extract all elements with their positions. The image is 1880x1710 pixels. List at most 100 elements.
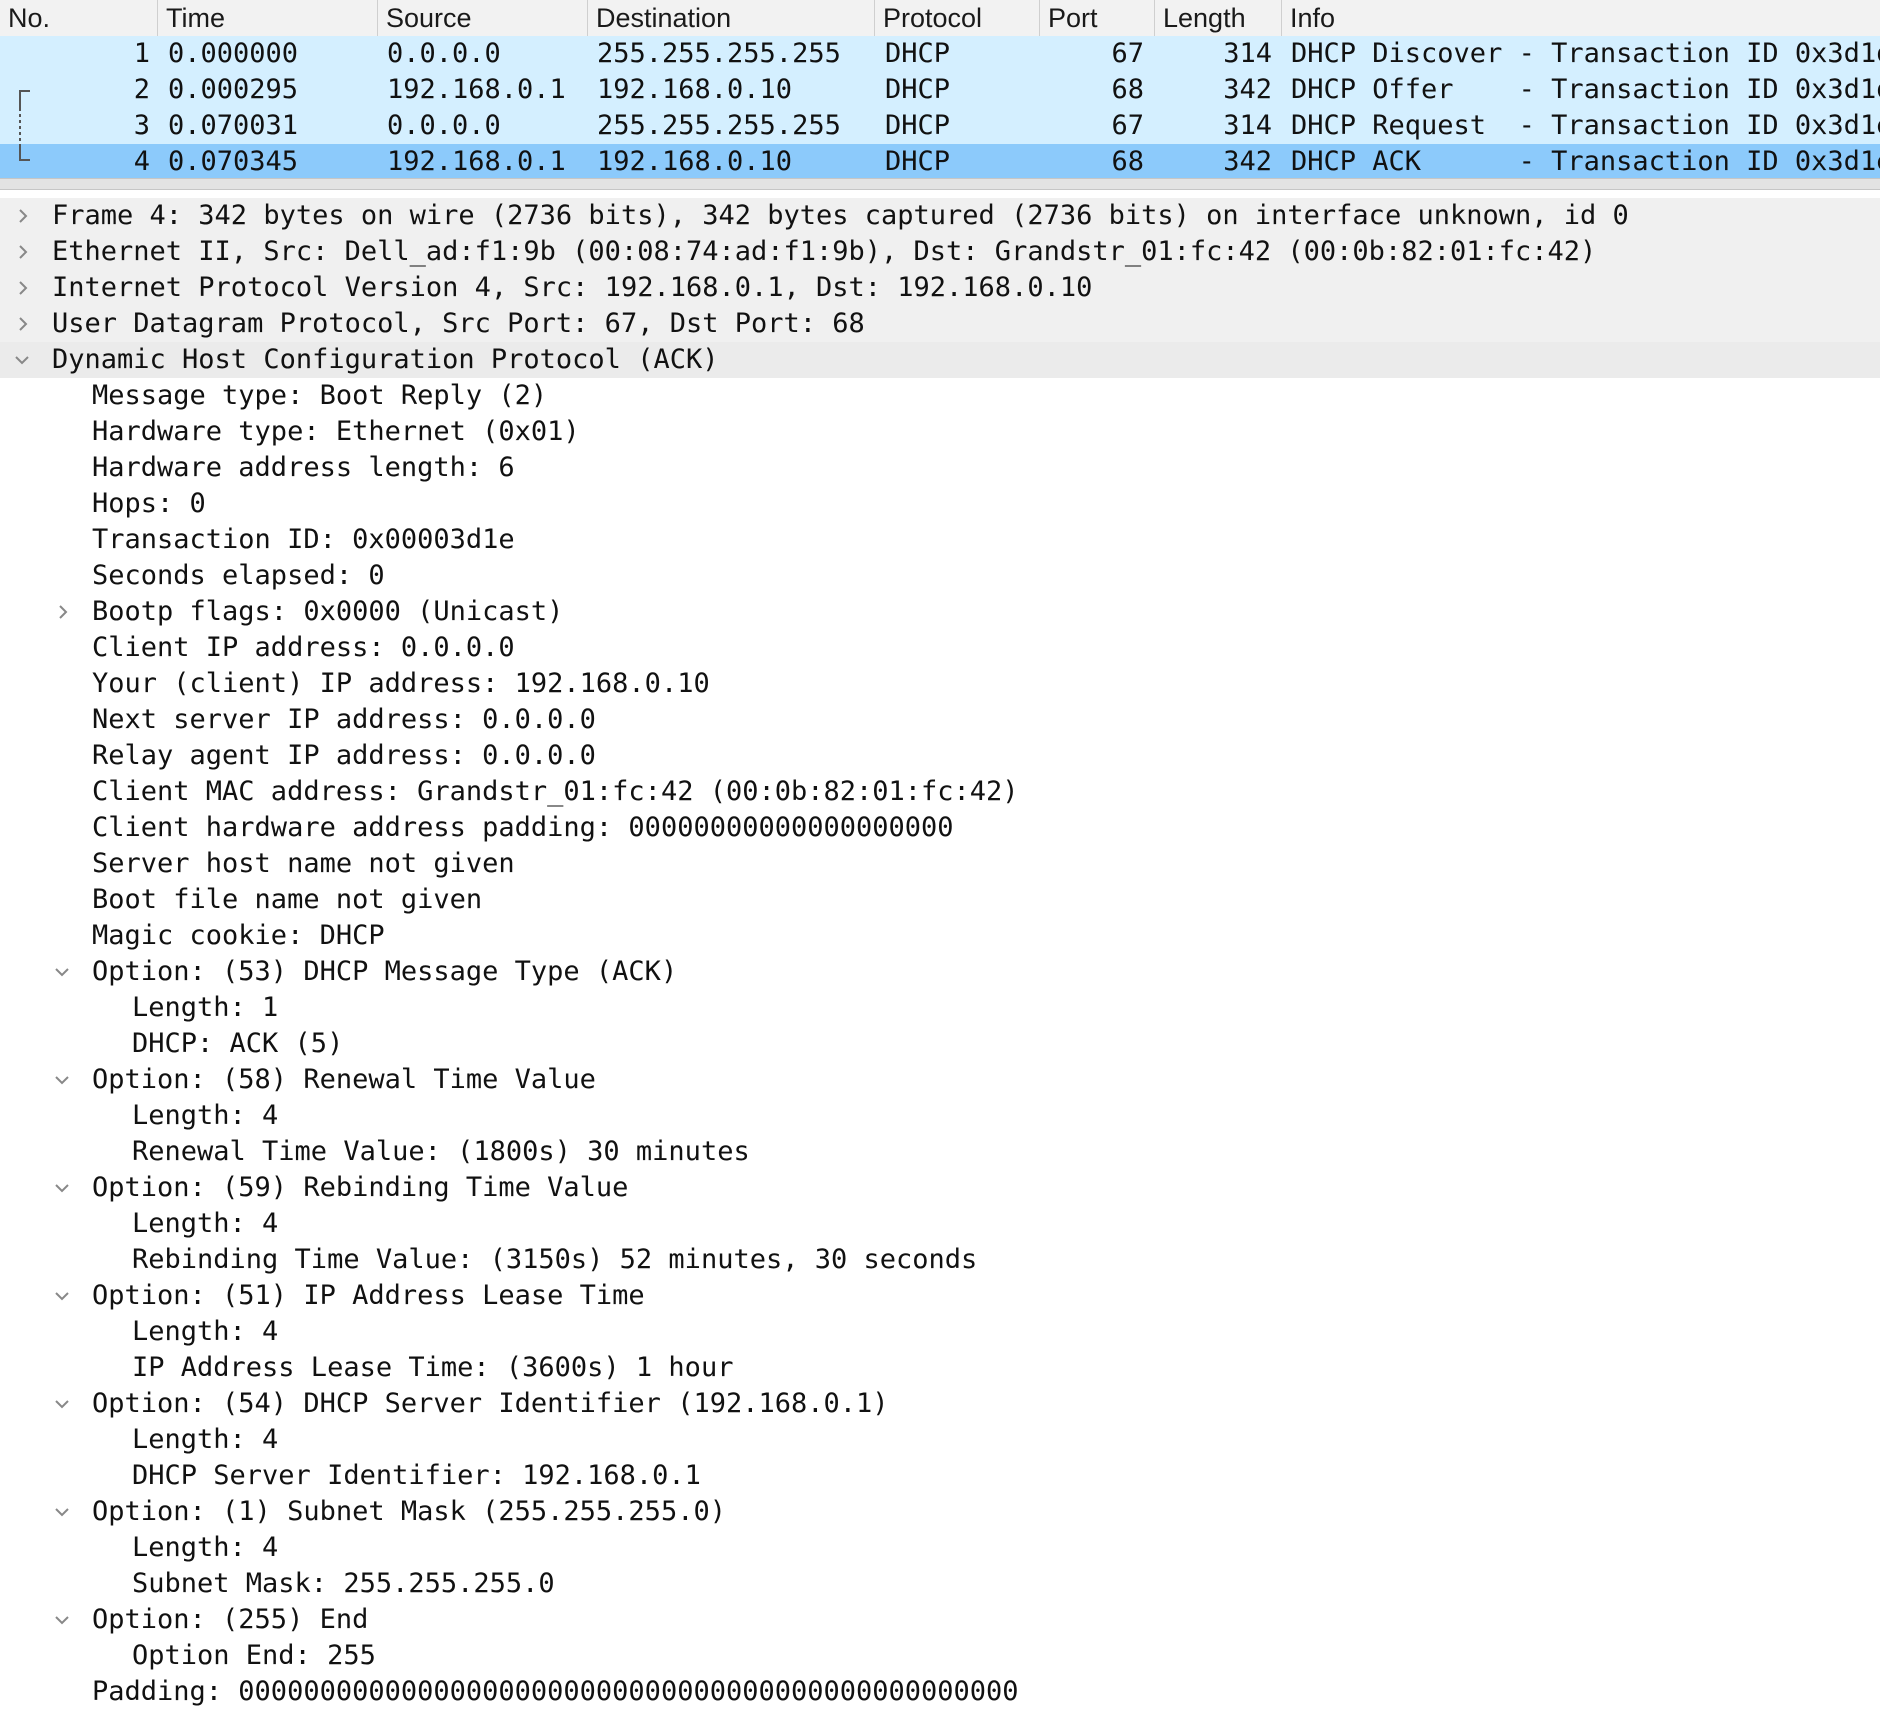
packet-details-tree[interactable]: Frame 4: 342 bytes on wire (2736 bits), …: [0, 192, 1880, 1707]
tree-field[interactable]: Length: 4: [0, 1206, 1880, 1242]
column-header: No. Time Source Destination Protocol Por…: [0, 0, 1880, 37]
tree-field[interactable]: DHCP: ACK (5): [0, 1026, 1880, 1062]
column-length[interactable]: Length: [1155, 0, 1282, 36]
tree-item-bootp-flags[interactable]: Bootp flags: 0x0000 (Unicast): [0, 594, 1880, 630]
tree-field[interactable]: Next server IP address: 0.0.0.0: [0, 702, 1880, 738]
packet-port: 67: [1111, 38, 1144, 69]
chevron-right-icon[interactable]: [16, 306, 36, 342]
tree-item-option-1[interactable]: Option: (1) Subnet Mask (255.255.255.0): [0, 1494, 1880, 1530]
tree-item-option-53[interactable]: Option: (53) DHCP Message Type (ACK): [0, 954, 1880, 990]
column-no[interactable]: No.: [0, 0, 158, 36]
chevron-down-icon[interactable]: [54, 1278, 74, 1314]
column-time[interactable]: Time: [158, 0, 378, 36]
tree-field[interactable]: Length: 4: [0, 1098, 1880, 1134]
packet-time: 0.070345: [168, 146, 299, 177]
chevron-down-icon[interactable]: [54, 954, 74, 990]
packet-time: 0.070031: [168, 110, 299, 141]
tree-field[interactable]: Your (client) IP address: 192.168.0.10: [0, 666, 1880, 702]
tree-field[interactable]: Option End: 255: [0, 1638, 1880, 1674]
chevron-down-icon[interactable]: [54, 1494, 74, 1530]
column-info[interactable]: Info: [1282, 0, 1880, 36]
packet-protocol: DHCP: [885, 74, 951, 105]
tree-field[interactable]: Relay agent IP address: 0.0.0.0: [0, 738, 1880, 774]
pane-splitter[interactable]: [0, 178, 1880, 190]
tree-field[interactable]: IP Address Lease Time: (3600s) 1 hour: [0, 1350, 1880, 1386]
packet-destination: 192.168.0.10: [597, 74, 793, 105]
tree-field[interactable]: Length: 4: [0, 1422, 1880, 1458]
tree-field[interactable]: Subnet Mask: 255.255.255.0: [0, 1566, 1880, 1602]
tree-field[interactable]: Boot file name not given: [0, 882, 1880, 918]
tree-field[interactable]: Transaction ID: 0x00003d1e: [0, 522, 1880, 558]
chevron-down-icon[interactable]: [54, 1170, 74, 1206]
packet-row-selected[interactable]: 4 0.070345 192.168.0.1 192.168.0.10 DHCP…: [0, 144, 1880, 180]
tree-item-option-58[interactable]: Option: (58) Renewal Time Value: [0, 1062, 1880, 1098]
packet-port: 68: [1111, 74, 1144, 105]
tree-item-option-59[interactable]: Option: (59) Rebinding Time Value: [0, 1170, 1880, 1206]
tree-field[interactable]: Renewal Time Value: (1800s) 30 minutes: [0, 1134, 1880, 1170]
packet-length: 342: [1223, 146, 1272, 177]
packet-no: 2: [133, 74, 150, 105]
tree-item-ethernet[interactable]: Ethernet II, Src: Dell_ad:f1:9b (00:08:7…: [0, 234, 1880, 270]
chevron-right-icon[interactable]: [16, 270, 36, 306]
tree-field[interactable]: Server host name not given: [0, 846, 1880, 882]
tree-item-frame[interactable]: Frame 4: 342 bytes on wire (2736 bits), …: [0, 198, 1880, 234]
tree-field[interactable]: Client MAC address: Grandstr_01:fc:42 (0…: [0, 774, 1880, 810]
chevron-down-icon[interactable]: [54, 1386, 74, 1422]
tree-field[interactable]: DHCP Server Identifier: 192.168.0.1: [0, 1458, 1880, 1494]
packet-list[interactable]: No. Time Source Destination Protocol Por…: [0, 0, 1880, 180]
packet-port: 68: [1111, 146, 1144, 177]
tree-field[interactable]: Message type: Boot Reply (2): [0, 378, 1880, 414]
packet-protocol: DHCP: [885, 38, 951, 69]
packet-source: 192.168.0.1: [387, 74, 566, 105]
packet-row[interactable]: 3 0.070031 0.0.0.0 255.255.255.255 DHCP …: [0, 108, 1880, 144]
tree-field[interactable]: Length: 4: [0, 1530, 1880, 1566]
packet-destination: 192.168.0.10: [597, 146, 793, 177]
chevron-down-icon[interactable]: [54, 1062, 74, 1098]
packet-length: 314: [1223, 38, 1272, 69]
packet-source: 0.0.0.0: [387, 110, 501, 141]
packet-row[interactable]: 2 0.000295 192.168.0.1 192.168.0.10 DHCP…: [0, 72, 1880, 108]
column-protocol[interactable]: Protocol: [875, 0, 1040, 36]
related-packet-bracket-icon: [19, 90, 30, 108]
related-packet-bracket-icon: [19, 108, 21, 144]
tree-field[interactable]: Client hardware address padding: 0000000…: [0, 810, 1880, 846]
column-destination[interactable]: Destination: [588, 0, 875, 36]
packet-info: DHCP Request - Transaction ID 0x3d1e: [1291, 110, 1880, 141]
tree-item-option-51[interactable]: Option: (51) IP Address Lease Time: [0, 1278, 1880, 1314]
packet-destination: 255.255.255.255: [597, 110, 841, 141]
tree-item-option-255[interactable]: Option: (255) End: [0, 1602, 1880, 1638]
packet-info: DHCP ACK - Transaction ID 0x3d1e: [1291, 146, 1880, 177]
tree-item-udp[interactable]: User Datagram Protocol, Src Port: 67, Ds…: [0, 306, 1880, 342]
tree-field[interactable]: Magic cookie: DHCP: [0, 918, 1880, 954]
chevron-down-icon[interactable]: [14, 342, 34, 378]
packet-no: 4: [133, 146, 150, 177]
packet-no: 1: [133, 38, 150, 69]
tree-field[interactable]: Length: 1: [0, 990, 1880, 1026]
tree-item-option-54[interactable]: Option: (54) DHCP Server Identifier (192…: [0, 1386, 1880, 1422]
tree-item-dhcp[interactable]: Dynamic Host Configuration Protocol (ACK…: [0, 342, 1880, 378]
tree-field[interactable]: Seconds elapsed: 0: [0, 558, 1880, 594]
packet-time: 0.000000: [168, 38, 299, 69]
tree-field[interactable]: Rebinding Time Value: (3150s) 52 minutes…: [0, 1242, 1880, 1278]
packet-source: 192.168.0.1: [387, 146, 566, 177]
tree-field[interactable]: Hardware address length: 6: [0, 450, 1880, 486]
chevron-right-icon[interactable]: [56, 594, 76, 630]
packet-info: DHCP Offer - Transaction ID 0x3d1d: [1291, 74, 1880, 105]
tree-field[interactable]: Hardware type: Ethernet (0x01): [0, 414, 1880, 450]
packet-row[interactable]: 1 0.000000 0.0.0.0 255.255.255.255 DHCP …: [0, 36, 1880, 72]
packet-no: 3: [133, 110, 150, 141]
column-port[interactable]: Port: [1040, 0, 1155, 36]
tree-field-padding[interactable]: Padding: 0000000000000000000000000000000…: [0, 1674, 1880, 1710]
chevron-right-icon[interactable]: [16, 234, 36, 270]
column-source[interactable]: Source: [378, 0, 588, 36]
tree-field[interactable]: Hops: 0: [0, 486, 1880, 522]
chevron-right-icon[interactable]: [16, 198, 36, 234]
packet-port: 67: [1111, 110, 1144, 141]
chevron-down-icon[interactable]: [54, 1602, 74, 1638]
related-packet-bracket-icon: [19, 144, 30, 161]
tree-item-ip[interactable]: Internet Protocol Version 4, Src: 192.16…: [0, 270, 1880, 306]
tree-field[interactable]: Client IP address: 0.0.0.0: [0, 630, 1880, 666]
tree-field[interactable]: Length: 4: [0, 1314, 1880, 1350]
packet-source: 0.0.0.0: [387, 38, 501, 69]
packet-time: 0.000295: [168, 74, 299, 105]
